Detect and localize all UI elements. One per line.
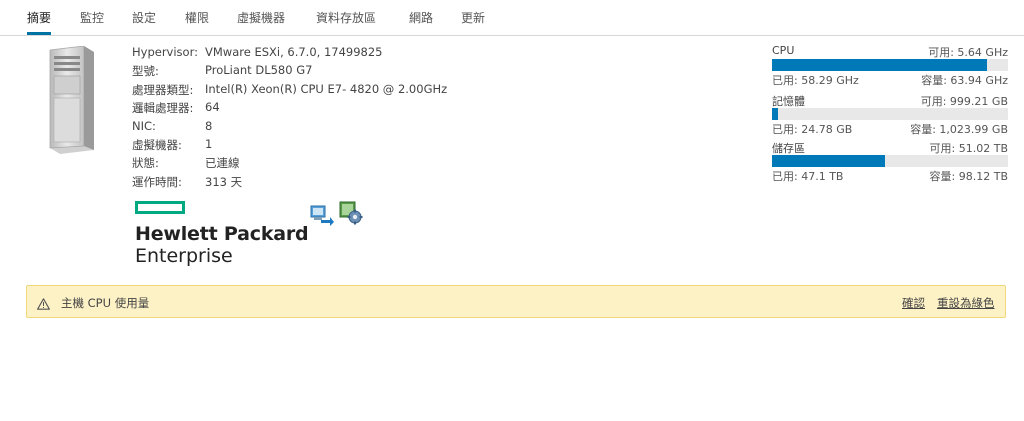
tab-permissions[interactable]: 權限 [185, 9, 209, 35]
info-value: 313 天 [205, 175, 243, 189]
info-label: NIC: [132, 119, 156, 133]
hpe-logo-rectangle [135, 201, 185, 214]
storage-meter: 儲存區 可用: 51.02 TB 已用: 47.1 TB 容量: 98.12 T… [772, 140, 1008, 183]
info-value: Intel(R) Xeon(R) CPU E7- 4820 @ 2.00GHz [205, 82, 448, 96]
host-settings-icon[interactable] [339, 201, 363, 229]
alert-message: 主機 CPU 使用量 [61, 296, 150, 310]
info-value: 64 [205, 100, 220, 114]
tab-summary[interactable]: 摘要 [27, 9, 52, 35]
resource-free: 可用: 51.02 TB [929, 142, 1008, 155]
tab-networks[interactable]: 網路 [409, 9, 433, 35]
info-label: 運作時間: [132, 175, 182, 189]
info-label: Hypervisor: [132, 45, 198, 59]
logo-text-line2: Enterprise [135, 245, 233, 267]
info-value: 1 [205, 137, 213, 151]
tab-monitor[interactable]: 監控 [80, 9, 104, 35]
resource-name: 儲存區 [772, 142, 805, 155]
usage-bar [772, 155, 1008, 167]
resource-free: 可用: 999.21 GB [920, 95, 1008, 108]
usage-bar-fill [772, 108, 778, 120]
resource-used: 已用: 47.1 TB [772, 170, 844, 183]
resource-free: 可用: 5.64 GHz [928, 46, 1008, 59]
cpu-meter: CPU 可用: 5.64 GHz 已用: 58.29 GHz 容量: 63.94… [772, 44, 1008, 87]
warning-icon [37, 295, 50, 314]
resource-name: CPU [772, 44, 795, 57]
resource-capacity: 容量: 98.12 TB [929, 170, 1008, 183]
info-value: VMware ESXi, 6.7.0, 17499825 [205, 45, 383, 59]
info-value: 已連線 [205, 156, 240, 170]
memory-meter: 記憶體 可用: 999.21 GB 已用: 24.78 GB 容量: 1,023… [772, 93, 1008, 136]
tab-datastores[interactable]: 資料存放區 [316, 9, 376, 35]
info-label: 虛擬機器: [132, 138, 182, 152]
resource-capacity: 容量: 1,023.99 GB [910, 123, 1008, 136]
info-value: ProLiant DL580 G7 [205, 63, 313, 77]
usage-bar [772, 108, 1008, 120]
server-icon [44, 45, 96, 158]
usage-bar-fill [772, 59, 988, 71]
tab-vms[interactable]: 虛擬機器 [237, 9, 285, 35]
info-label: 型號: [132, 64, 159, 78]
info-value: 8 [205, 119, 213, 133]
resource-used: 已用: 24.78 GB [772, 123, 853, 136]
usage-bar [772, 59, 1008, 71]
reset-to-green-link[interactable]: 重設為綠色 [937, 295, 995, 311]
migrate-vm-icon[interactable] [310, 204, 334, 230]
tab-bar: 摘要 監控 設定 權限 虛擬機器 資料存放區 網路 更新 [0, 0, 1024, 36]
acknowledge-link[interactable]: 確認 [902, 295, 925, 311]
alert-banner: 主機 CPU 使用量 確認 重設為綠色 [26, 285, 1006, 318]
info-label: 邏輯處理器: [132, 101, 194, 115]
tab-updates[interactable]: 更新 [461, 9, 485, 35]
logo-text-line1: Hewlett Packard [135, 223, 309, 245]
resource-name: 記憶體 [772, 95, 805, 108]
resource-capacity: 容量: 63.94 GHz [921, 74, 1008, 87]
resource-used: 已用: 58.29 GHz [772, 74, 859, 87]
info-label: 狀態: [132, 156, 159, 170]
info-label: 處理器類型: [132, 83, 194, 97]
usage-bar-fill [772, 155, 886, 167]
tab-configure[interactable]: 設定 [132, 9, 156, 35]
